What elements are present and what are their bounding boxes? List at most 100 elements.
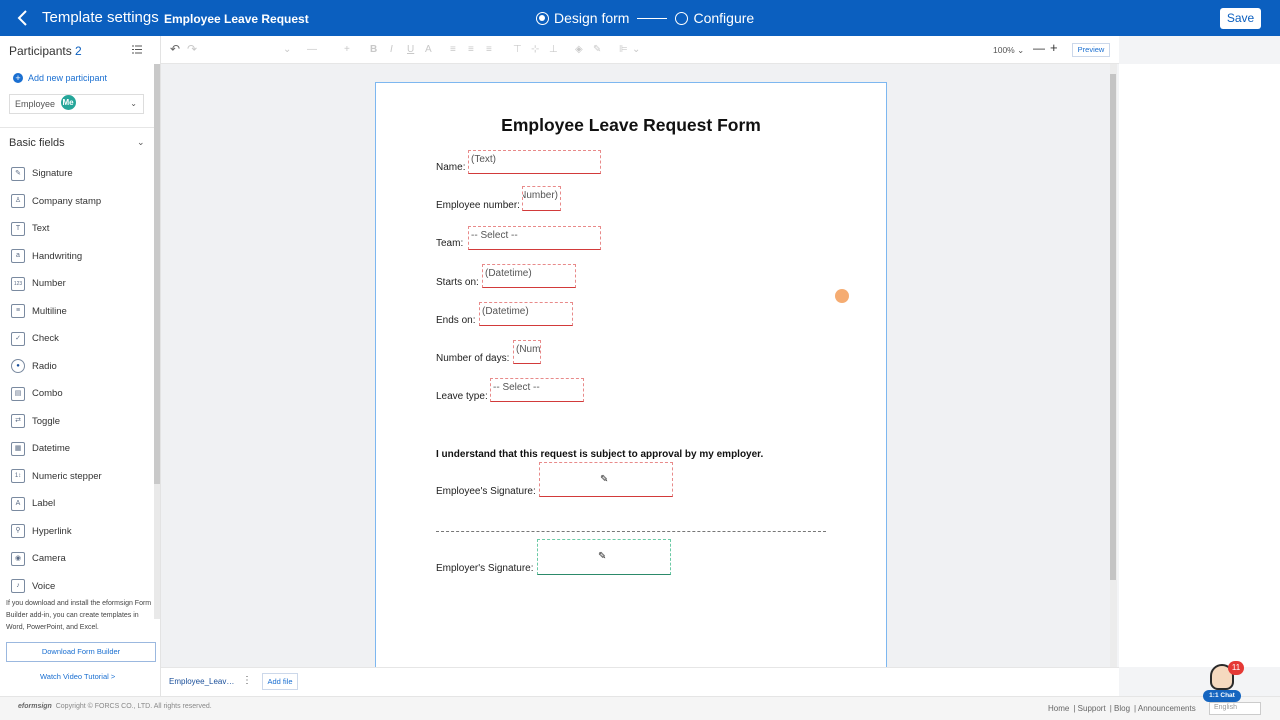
sidebar-scrollbar[interactable] (154, 64, 160, 619)
ends-on-datetime-field[interactable]: * (Datetime) (479, 302, 573, 326)
field-item-text[interactable]: T Text (11, 215, 151, 243)
bold-icon[interactable]: B (370, 44, 377, 55)
chevron-down-icon[interactable]: ⌄ (137, 137, 145, 148)
field-item-company-stamp[interactable]: ♙ Company stamp (11, 188, 151, 216)
label-text: Ends on (436, 315, 473, 326)
more-options-icon[interactable]: ⋮ (242, 675, 252, 686)
required-marker: * (541, 462, 544, 467)
step-indicator: Design form Configure (536, 10, 754, 26)
team-combo-field[interactable]: * -- Select -- (468, 226, 601, 250)
underline-icon[interactable]: U (407, 44, 414, 55)
approval-disclaimer: I understand that this request is subjec… (436, 449, 764, 460)
save-button[interactable]: Save (1220, 8, 1261, 29)
employee-signature-field[interactable]: * ✎ (539, 462, 673, 497)
form-title: Employee Leave Request Form (501, 115, 761, 135)
undo-icon[interactable]: ↶ (170, 42, 180, 56)
properties-panel (1119, 64, 1280, 667)
add-in-info-text: If you download and install the eformsig… (6, 600, 152, 631)
field-placeholder: (Datetime) (482, 306, 529, 317)
redo-icon[interactable]: ↷ (187, 42, 197, 56)
field-item-check[interactable]: ✓ Check (11, 325, 151, 353)
field-placeholder: (Num (516, 344, 541, 355)
align-right-icon[interactable]: ≡ (486, 44, 492, 55)
align-middle-icon[interactable]: ⊹ (531, 44, 539, 55)
divider (0, 127, 154, 128)
align-bottom-icon[interactable]: ⊥ (549, 44, 558, 55)
add-participant-button[interactable]: + Add new participant (13, 73, 107, 83)
copyright: eformsign Copyright © FORCS CO., LTD. Al… (18, 703, 212, 710)
field-item-voice[interactable]: ♪ Voice (11, 573, 151, 601)
video-tutorial-link[interactable]: Watch Video Tutorial > (40, 672, 115, 681)
hyperlink-icon: ⚲ (11, 524, 25, 539)
radio-icon: ● (11, 359, 25, 374)
zoom-select[interactable]: 100% ⌄ (993, 45, 1024, 56)
pen-icon: ✎ (598, 551, 607, 562)
border-color-icon[interactable]: ✎ (593, 44, 601, 55)
step-connector (637, 17, 668, 19)
file-tab[interactable]: Employee_Leav… (169, 677, 234, 686)
align-top-icon[interactable]: ⊤ (513, 44, 522, 55)
footer-link-support[interactable]: Support (1078, 704, 1106, 713)
required-marker: * (481, 302, 484, 307)
field-item-toggle[interactable]: ⇄ Toggle (11, 408, 151, 436)
step-design-form[interactable]: Design form (554, 10, 629, 26)
field-item-signature[interactable]: ✎ Signature (11, 160, 151, 188)
footer-link-blog[interactable]: Blog (1114, 704, 1130, 713)
field-item-hyperlink[interactable]: ⚲ Hyperlink (11, 518, 151, 546)
back-arrow-icon[interactable] (14, 8, 32, 28)
field-label: Signature (32, 168, 73, 180)
form-label-leave-type: Leave type: (436, 391, 488, 402)
field-item-combo[interactable]: ▤ Combo (11, 380, 151, 408)
font-size-increase-icon[interactable]: + (344, 44, 350, 55)
list-view-icon[interactable] (132, 45, 142, 54)
chat-widget[interactable]: 11 1:1 Chat (1202, 661, 1244, 704)
footer-link-home[interactable]: Home (1048, 704, 1069, 713)
scrollbar-thumb[interactable] (154, 64, 160, 484)
employee-number-field[interactable]: *(Number) (522, 186, 561, 211)
brand-logo: eformsign (18, 703, 52, 710)
field-item-label[interactable]: A Label (11, 490, 151, 518)
employer-signature-field[interactable]: ✎ (537, 539, 671, 575)
name-text-field[interactable]: * (Text) (468, 150, 601, 174)
starts-on-datetime-field[interactable]: * (Datetime) (482, 264, 576, 288)
number-of-days-field[interactable]: * (Num (513, 340, 541, 364)
footer-link-announcements[interactable]: Announcements (1138, 704, 1196, 713)
field-item-datetime[interactable]: ▦ Datetime (11, 435, 151, 463)
step-active-radio-icon[interactable] (536, 11, 549, 25)
leave-type-combo-field[interactable]: * -- Select -- (490, 378, 584, 402)
field-label: Camera (32, 553, 66, 565)
field-item-numeric-stepper[interactable]: 1↕ Numeric stepper (11, 463, 151, 491)
participant-select[interactable]: Employee Me ⌄ (9, 94, 144, 114)
canvas-scrollbar[interactable] (1110, 64, 1117, 667)
field-item-multiline[interactable]: ≡ Multiline (11, 298, 151, 326)
combo-icon: ▤ (11, 386, 25, 401)
field-item-radio[interactable]: ● Radio (11, 353, 151, 381)
font-color-icon[interactable]: A (425, 44, 432, 55)
add-file-button[interactable]: Add file (262, 673, 298, 690)
step-configure[interactable]: Configure (693, 10, 754, 26)
field-label: Voice (32, 580, 56, 592)
fill-color-icon[interactable]: ◈ (575, 44, 583, 55)
field-item-number[interactable]: 123 Number (11, 270, 151, 298)
align-left-icon[interactable]: ≡ (450, 44, 456, 55)
zoom-in-icon[interactable]: + (1050, 40, 1058, 55)
field-align-icon[interactable]: ⊫ (619, 44, 628, 55)
field-item-camera[interactable]: ◉ Camera (11, 545, 151, 573)
zoom-out-icon[interactable]: — (1033, 41, 1045, 55)
scrollbar-thumb[interactable] (1110, 74, 1116, 580)
align-center-icon[interactable]: ≡ (468, 44, 474, 55)
field-item-handwriting[interactable]: a Handwriting (11, 243, 151, 271)
calendar-icon: ▦ (11, 441, 25, 456)
font-dropdown-chevron-icon[interactable]: ⌄ (283, 44, 291, 55)
step-inactive-radio-icon[interactable] (675, 11, 689, 25)
field-label: Multiline (32, 305, 67, 317)
preview-button[interactable]: Preview (1072, 43, 1110, 57)
field-align-chevron-icon[interactable]: ⌄ (632, 44, 640, 55)
basic-fields-header[interactable]: Basic fields (9, 137, 65, 149)
italic-icon[interactable]: I (390, 44, 393, 55)
editor-toolbar: ↶ ↷ ⌄ — + B I U A ≡ ≡ ≡ ⊤ ⊹ ⊥ ◈ ✎ ⊫ ⌄ 10… (161, 36, 1119, 64)
download-form-builder-button[interactable]: Download Form Builder (6, 642, 156, 662)
label-text: Number of days (436, 353, 507, 364)
chat-label[interactable]: 1:1 Chat (1203, 690, 1241, 702)
font-size-decrease-icon[interactable]: — (307, 44, 317, 55)
